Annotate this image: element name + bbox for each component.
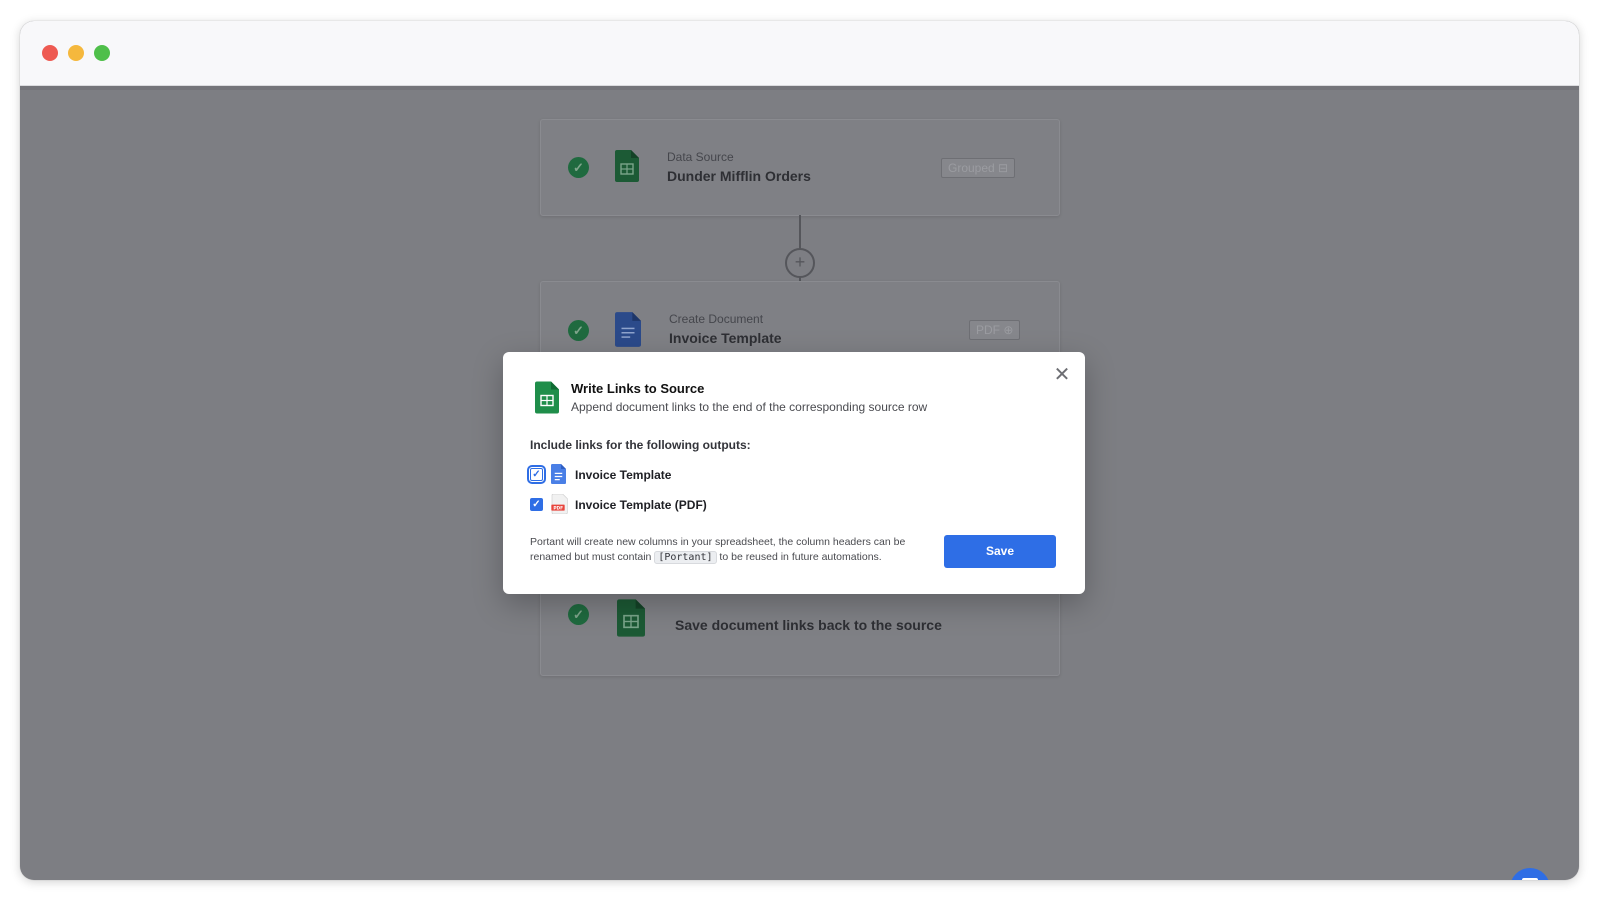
- check-icon: ✓: [568, 320, 589, 341]
- svg-text:PDF: PDF: [553, 505, 563, 511]
- invoice-template-checkbox[interactable]: ✓: [527, 465, 546, 484]
- sheets-icon: [535, 381, 559, 414]
- check-icon: ✓: [568, 604, 589, 625]
- close-window-button[interactable]: [42, 45, 58, 61]
- include-label: Include links for the following outputs:: [530, 438, 751, 452]
- chat-widget-button[interactable]: [1510, 868, 1550, 880]
- step-label: Create Document: [669, 312, 764, 326]
- save-button[interactable]: Save: [944, 535, 1056, 568]
- minimize-window-button[interactable]: [68, 45, 84, 61]
- modal-subtitle: Append document links to the end of the …: [571, 400, 928, 414]
- helper-note: Portant will create new columns in your …: [530, 535, 930, 565]
- step-title: Save document links back to the source: [675, 617, 942, 633]
- check-icon: ✓: [568, 157, 589, 178]
- pdf-tag: PDF ⊕: [969, 320, 1021, 340]
- tag-label: PDF: [976, 323, 1000, 337]
- docs-icon: [615, 312, 641, 347]
- maximize-window-button[interactable]: [94, 45, 110, 61]
- step-card-data-source[interactable]: ✓ Data Source Dunder Mifflin Orders Grou…: [540, 119, 1060, 216]
- note-text-end: to be reused in future automations.: [716, 551, 882, 563]
- grouped-tag: Grouped ⊟: [941, 158, 1016, 178]
- sheets-icon: [617, 599, 645, 637]
- add-step-button[interactable]: +: [785, 248, 815, 278]
- option-label: Invoice Template (PDF): [575, 498, 707, 512]
- lock-icon: ⊟: [998, 161, 1009, 175]
- option-label: Invoice Template: [575, 468, 672, 482]
- step-label: Data Source: [667, 150, 734, 164]
- modal-title: Write Links to Source: [571, 381, 705, 396]
- step-title: Invoice Template: [669, 330, 782, 346]
- divider: [20, 86, 1579, 90]
- close-icon[interactable]: ✕: [1053, 365, 1071, 385]
- plus-circle-icon: ⊕: [1003, 323, 1014, 337]
- invoice-template-pdf-checkbox[interactable]: ✓: [530, 498, 543, 511]
- docs-icon: [551, 464, 566, 484]
- portant-code: [Portant]: [654, 551, 717, 564]
- write-links-modal: ✕ Write Links to Source Append document …: [503, 352, 1085, 594]
- sheets-icon: [615, 150, 639, 182]
- title-bar: [20, 21, 1579, 86]
- tag-label: Grouped: [948, 161, 995, 175]
- pdf-icon: PDF: [551, 494, 568, 514]
- step-title: Dunder Mifflin Orders: [667, 168, 811, 184]
